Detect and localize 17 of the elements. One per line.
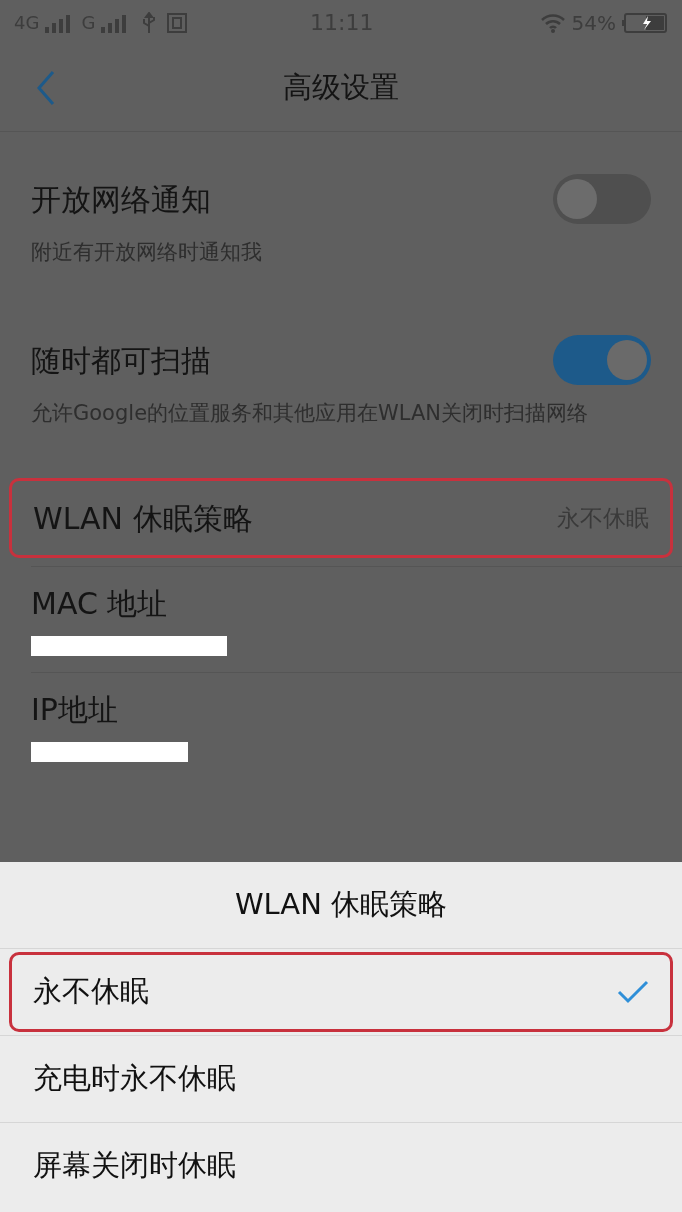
toggle-switch[interactable] — [553, 174, 651, 224]
setting-label: 随时都可扫描 — [31, 341, 211, 380]
setting-label: IP地址 — [31, 691, 119, 729]
setting-label: 开放网络通知 — [31, 180, 211, 219]
storage-icon — [167, 12, 188, 33]
usb-icon — [141, 11, 158, 34]
setting-label: WLAN 休眠策略 — [33, 499, 253, 538]
page-title: 高级设置 — [283, 69, 399, 107]
option-item[interactable]: 充电时永不休眠 — [9, 1039, 673, 1119]
back-icon[interactable] — [36, 70, 56, 106]
setting-label: MAC 地址 — [31, 585, 169, 623]
sheet-title: WLAN 休眠策略 — [234, 886, 448, 924]
option-item[interactable]: 屏幕关闭时休眠 — [9, 1126, 673, 1206]
option-item[interactable]: 永不休眠 — [9, 952, 673, 1032]
check-icon — [617, 980, 649, 1004]
toggle-switch[interactable] — [553, 335, 651, 385]
wifi-icon — [539, 12, 566, 33]
